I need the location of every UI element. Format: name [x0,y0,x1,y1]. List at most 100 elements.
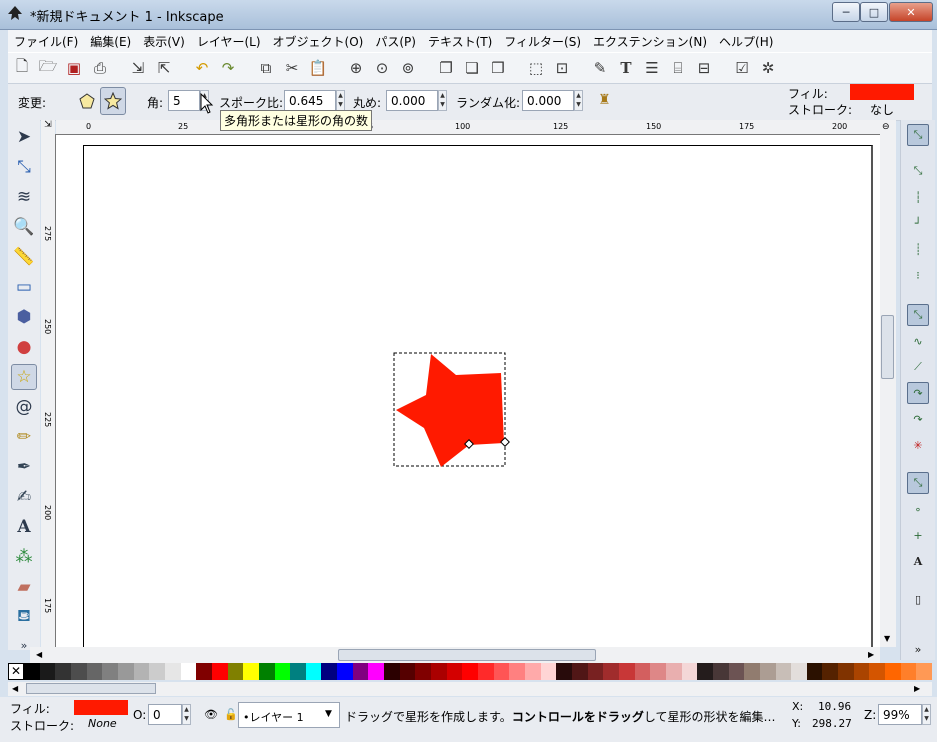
palette-swatch[interactable] [368,663,385,680]
spoke-ratio-input[interactable]: 0.645 [284,90,336,111]
palette-swatch[interactable] [822,663,839,680]
palette-swatch[interactable] [540,663,557,680]
palette-swatch[interactable] [164,663,181,680]
ellipse-tool-icon[interactable]: ● [11,334,37,360]
snap-grid-icon[interactable]: + [907,524,929,546]
opacity-spinner[interactable]: ▲ ▼ [182,704,191,725]
palette-swatch[interactable] [149,663,165,680]
palette-swatch[interactable] [571,663,588,680]
node-tool-icon[interactable]: ⤡ [11,154,37,180]
star-mode-button[interactable] [100,87,126,115]
pencil-tool-icon[interactable]: ✏ [11,424,37,450]
menu-edit[interactable]: 編集(E) [84,33,137,50]
palette-swatch[interactable] [24,663,40,680]
palette-swatch[interactable] [603,663,619,680]
palette-swatch[interactable] [55,663,71,680]
layers-icon[interactable]: ☰ [642,58,662,78]
palette-swatch[interactable] [775,663,792,680]
layer-dropdown[interactable]: •レイヤー 1 ▼ [238,702,340,728]
group-icon[interactable]: ❐ [436,58,456,78]
palette-swatch[interactable] [478,663,494,680]
xml-editor-icon[interactable]: ⌸ [668,58,688,78]
snap-nodes-icon[interactable]: ⤡ [907,304,929,326]
selector-tool-icon[interactable]: ➤ [11,124,37,150]
menu-view[interactable]: 表示(V) [137,33,191,50]
palette-swatch[interactable] [446,663,463,680]
spoke-ratio-spinner[interactable]: ▲ ▼ [336,90,345,111]
import-icon[interactable]: ⇲ [128,58,148,78]
scroll-down-arrow-icon[interactable]: ▼ [884,634,890,643]
palette-swatch[interactable] [900,663,917,680]
style-fill-swatch[interactable] [850,84,914,100]
menu-file[interactable]: ファイル(F) [8,33,84,50]
palette-swatch[interactable] [39,663,56,680]
scroll-left-arrow-icon[interactable]: ◀ [36,650,42,659]
zoom-spinner[interactable]: ▲ ▼ [922,704,931,725]
palette-swatch[interactable] [258,663,275,680]
paste-icon[interactable]: 📋 [308,58,328,78]
snapbar-more-icon[interactable]: » [907,638,929,660]
palette-swatch[interactable] [681,663,698,680]
redo-icon[interactable]: ↷ [218,58,238,78]
palette-swatch[interactable] [70,663,87,680]
red-star-shape[interactable] [396,354,504,467]
palette-swatch[interactable] [290,663,306,680]
ungroup-icon[interactable]: ❏ [462,58,482,78]
palette-swatch[interactable] [885,663,901,680]
menu-help[interactable]: ヘルプ(H) [713,33,779,50]
menu-path[interactable]: パス(P) [369,33,422,50]
pen-tool-icon[interactable]: ✒ [11,454,37,480]
reset-defaults-icon[interactable]: ♜ [598,92,614,110]
randomized-spinner[interactable]: ▲ ▼ [574,90,583,111]
palette-swatch[interactable] [352,663,369,680]
zoom-tool-icon[interactable]: 🔍 [11,214,37,240]
palette-scroll-left-icon[interactable]: ◀ [12,684,18,693]
menu-object[interactable]: オブジェクト(O) [267,33,370,50]
ruler-corner-icon[interactable]: ⇲ [41,120,55,134]
palette-swatch[interactable] [305,663,322,680]
menu-filters[interactable]: フィルター(S) [498,33,587,50]
palette-swatch[interactable] [431,663,447,680]
palette-swatch[interactable] [744,663,760,680]
palette-swatch[interactable] [525,663,541,680]
randomized-input[interactable]: 0.000 [522,90,574,111]
palette-swatch[interactable] [634,663,651,680]
no-paint-swatch-icon[interactable]: ✕ [8,663,24,680]
palette-swatch[interactable] [211,663,228,680]
palette-swatch[interactable] [243,663,259,680]
palette-swatch[interactable] [869,663,886,680]
zoom-page-icon[interactable]: ⊚ [398,58,418,78]
spiral-tool-icon[interactable]: @ [11,394,37,420]
palette-swatch[interactable] [697,663,713,680]
palette-swatch[interactable] [462,663,479,680]
snap-text-baseline-icon[interactable]: A [907,550,929,572]
close-button[interactable]: ✕ [889,2,933,22]
palette-scroll-right-icon[interactable]: ▶ [914,684,920,693]
palette-scroll-thumb[interactable] [26,683,156,694]
palette-swatch[interactable] [618,663,635,680]
palette-swatch[interactable] [384,663,400,680]
rounded-input[interactable]: 0.000 [386,90,438,111]
snap-bbox-edge-icon[interactable]: ┆ [907,186,929,208]
snap-page-icon[interactable]: ▯ [907,588,929,610]
palette-swatch[interactable] [415,663,432,680]
palette-swatch[interactable] [493,663,510,680]
palette-swatch[interactable] [180,663,197,680]
undo-icon[interactable]: ↶ [192,58,212,78]
zoom-input[interactable]: 99% [878,704,922,725]
palette-swatch[interactable] [916,663,933,680]
duplicate-icon[interactable]: ⧉ [256,58,276,78]
spray-tool-icon[interactable]: ⁂ [11,544,37,570]
calligraphy-tool-icon[interactable]: ✍ [11,484,37,510]
star-tool-icon[interactable]: ☆ [11,364,37,390]
print-icon[interactable]: ⎙ [90,58,110,78]
palette-swatch[interactable] [650,663,666,680]
node-editor-icon[interactable]: ✎ [590,58,610,78]
horizontal-scroll-thumb[interactable] [338,649,596,661]
snap-bbox-center-icon[interactable]: ⁝ [907,264,929,286]
export-icon[interactable]: ⇱ [154,58,174,78]
scroll-right-arrow-icon[interactable]: ▶ [868,650,874,659]
palette-swatch[interactable] [728,663,745,680]
zoom-selection-icon[interactable]: ⊕ [346,58,366,78]
tweak-tool-icon[interactable]: ≋ [11,184,37,210]
